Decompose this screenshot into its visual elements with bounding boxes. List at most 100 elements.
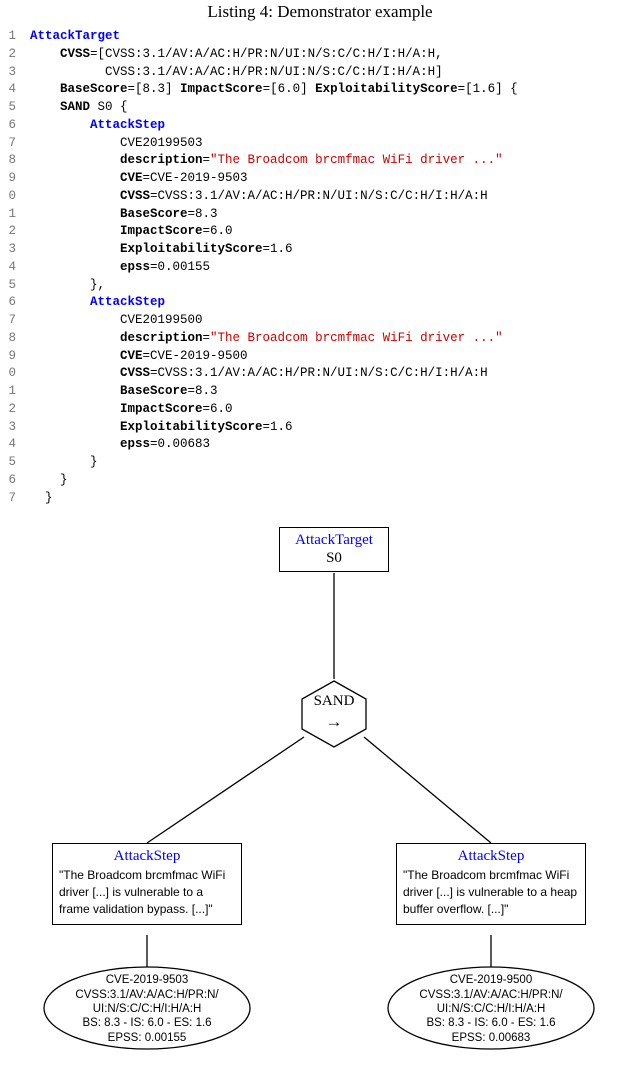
code-line: 7 CVE20199503 [4,135,636,153]
line-number: 6 [4,117,16,135]
code-listing: 1AttackTarget2 CVSS=[CVSS:3.1/AV:A/AC:H/… [4,28,636,507]
line-number: 5 [4,454,16,472]
code-content: }, [30,277,105,295]
code-content: ImpactScore=6.0 [30,223,233,241]
line-number: 2 [4,401,16,419]
oval-right-l1: CVE-2019-9500 [386,973,596,987]
oval-left-l5: EPSS: 0.00155 [42,1031,252,1045]
line-number: 4 [4,81,16,99]
line-number: 8 [4,152,16,170]
code-content: BaseScore=8.3 [30,383,218,401]
code-line: 3 CVSS:3.1/AV:A/AC:H/PR:N/UI:N/S:C/C:H/I… [4,64,636,82]
attack-step-left: AttackStep "The Broadcom brcmfmac WiFi d… [52,843,242,925]
code-content: AttackStep [30,117,165,135]
line-number: 7 [4,135,16,153]
attack-target-title: AttackTarget [288,532,380,549]
code-line: 2 ImpactScore=6.0 [4,401,636,419]
code-line: 7 CVE20199500 [4,312,636,330]
code-line: 4 BaseScore=[8.3] ImpactScore=[6.0] Expl… [4,81,636,99]
line-number: 4 [4,259,16,277]
code-line: 8 description="The Broadcom brcmfmac WiF… [4,330,636,348]
line-number: 0 [4,365,16,383]
code-content: description="The Broadcom brcmfmac WiFi … [30,330,503,348]
attack-target-node: AttackTarget S0 [279,527,389,572]
code-line: 9 CVE=CVE-2019-9500 [4,348,636,366]
line-number: 2 [4,223,16,241]
line-number: 1 [4,206,16,224]
line-number: 3 [4,64,16,82]
line-number: 1 [4,383,16,401]
line-number: 3 [4,241,16,259]
code-line: 3 ExploitabilityScore=1.6 [4,419,636,437]
attack-step-right-title: AttackStep [403,848,579,865]
code-line: 0 CVSS=CVSS:3.1/AV:A/AC:H/PR:N/UI:N/S:C/… [4,365,636,383]
line-number: 5 [4,99,16,117]
code-line: 5 SAND S0 { [4,99,636,117]
line-number: 7 [4,312,16,330]
sand-gate-label: SAND [298,693,370,710]
code-line: 2 CVSS=[CVSS:3.1/AV:A/AC:H/PR:N/UI:N/S:C… [4,46,636,64]
sand-gate-arrow-icon: → [298,713,370,730]
page: Listing 4: Demonstrator example 1 AttackT… [0,2,640,1081]
code-line: 3 ExploitabilityScore=1.6 [4,241,636,259]
code-line: 7 } [4,490,636,508]
line-number: 1 [4,28,16,46]
oval-right-l2: CVSS:3.1/AV:A/AC:H/PR:N/ [386,988,596,1002]
code-line: 1 BaseScore=8.3 [4,206,636,224]
sand-gate-node: SAND → [298,679,370,749]
oval-right-l5: EPSS: 0.00683 [386,1031,596,1045]
line-number: 5 [4,277,16,295]
attack-step-right-body: "The Broadcom brcmfmac WiFi driver [...]… [403,868,577,916]
code-line: 5 }, [4,277,636,295]
code-line: 4 epss=0.00683 [4,436,636,454]
line-number: 7 [4,490,16,508]
code-line: 6 AttackStep [4,294,636,312]
code-content: } [30,490,53,508]
cve-detail-left: CVE-2019-9503 CVSS:3.1/AV:A/AC:H/PR:N/ U… [42,965,252,1051]
code-content: CVSS:3.1/AV:A/AC:H/PR:N/UI:N/S:C/C:H/I:H… [30,64,443,82]
code-content: AttackTarget [30,28,120,46]
oval-right-l4: BS: 8.3 - IS: 6.0 - ES: 1.6 [386,1016,596,1030]
code-content: CVSS=[CVSS:3.1/AV:A/AC:H/PR:N/UI:N/S:C/C… [30,46,443,64]
oval-right-l3: UI:N/S:C/C:H/I:H/A:H [386,1002,596,1016]
code-content: CVE=CVE-2019-9503 [30,170,248,188]
oval-left-l4: BS: 8.3 - IS: 6.0 - ES: 1.6 [42,1016,252,1030]
code-line: 8 description="The Broadcom brcmfmac WiF… [4,152,636,170]
line-number: 2 [4,46,16,64]
line-number: 6 [4,472,16,490]
code-content: CVSS=CVSS:3.1/AV:A/AC:H/PR:N/UI:N/S:C/C:… [30,365,488,383]
code-content: } [30,454,98,472]
oval-left-l3: UI:N/S:C/C:H/I:H/A:H [42,1002,252,1016]
line-number: 0 [4,188,16,206]
code-line: 6 AttackStep [4,117,636,135]
code-content: ExploitabilityScore=1.6 [30,419,293,437]
code-content: } [30,472,68,490]
code-content: BaseScore=[8.3] ImpactScore=[6.0] Exploi… [30,81,518,99]
attack-step-left-title: AttackStep [59,848,235,865]
code-line: 9 CVE=CVE-2019-9503 [4,170,636,188]
code-line: 6 } [4,472,636,490]
code-content: CVE20199500 [30,312,203,330]
attack-step-right: AttackStep "The Broadcom brcmfmac WiFi d… [396,843,586,925]
attack-target-name: S0 [288,550,380,567]
line-number: 8 [4,330,16,348]
code-content: ExploitabilityScore=1.6 [30,241,293,259]
code-content: epss=0.00683 [30,436,210,454]
line-number: 4 [4,436,16,454]
code-content: CVE20199503 [30,135,203,153]
code-line: 0 CVSS=CVSS:3.1/AV:A/AC:H/PR:N/UI:N/S:C/… [4,188,636,206]
cve-detail-right: CVE-2019-9500 CVSS:3.1/AV:A/AC:H/PR:N/ U… [386,965,596,1051]
code-line: 5 } [4,454,636,472]
line-number: 9 [4,348,16,366]
attack-tree-diagram: AttackTarget S0 SAND → AttackStep "The B… [4,521,640,1061]
code-content: SAND S0 { [30,99,128,117]
line-number: 9 [4,170,16,188]
oval-left-l1: CVE-2019-9503 [42,973,252,987]
listing-caption: Listing 4: Demonstrator example [4,2,636,22]
attack-step-left-body: "The Broadcom brcmfmac WiFi driver [...]… [59,868,225,916]
code-line: 1 BaseScore=8.3 [4,383,636,401]
line-number: 3 [4,419,16,437]
oval-left-l2: CVSS:3.1/AV:A/AC:H/PR:N/ [42,988,252,1002]
code-line: 1 AttackTarget [4,28,636,46]
code-line: 2 ImpactScore=6.0 [4,223,636,241]
